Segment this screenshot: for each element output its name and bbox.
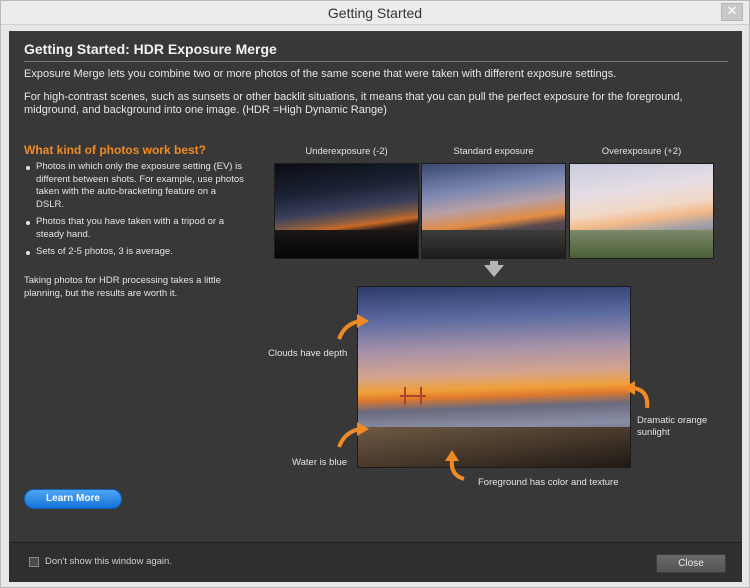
standard-exposure-caption: Standard exposure (453, 146, 534, 157)
learn-more-button[interactable]: Learn More (24, 489, 122, 509)
bridge-tower (420, 387, 422, 405)
list-item: Photos in which only the exposure settin… (24, 161, 244, 211)
overexposure-photo (569, 163, 714, 259)
photos-work-best-heading: What kind of photos work best? (24, 143, 206, 157)
sunlight-arrow-icon (623, 381, 650, 409)
intro-text: Exposure Merge lets you combine two or m… (24, 68, 617, 80)
footer-bar: Don't show this window again. Close (9, 542, 742, 582)
callout-clouds: Clouds have depth (268, 348, 348, 359)
foreground-arrow-icon (445, 450, 465, 481)
dont-show-checkbox[interactable] (29, 557, 39, 567)
bridge-tower (404, 387, 406, 405)
water-arrow-icon (337, 422, 369, 448)
title-bar: Getting Started ✕ (1, 1, 749, 25)
planning-tip: Taking photos for HDR processing takes a… (24, 275, 221, 299)
intro-detail-text: For high-contrast scenes, such as sunset… (24, 91, 683, 116)
page-title: Getting Started: HDR Exposure Merge (24, 41, 277, 57)
callout-sunlight: Dramatic orange sunlight (637, 415, 708, 438)
list-item: Sets of 2-5 photos, 3 is average. (24, 246, 244, 259)
foreground-hill (358, 427, 630, 467)
standard-exposure-photo (421, 163, 566, 259)
underexposure-caption: Underexposure (-2) (305, 146, 388, 157)
tips-list: Photos in which only the exposure settin… (24, 161, 244, 264)
hdr-result-photo (357, 286, 631, 468)
overexposure-caption: Overexposure (+2) (601, 146, 682, 157)
list-item: Photos that you have taken with a tripod… (24, 216, 244, 241)
getting-started-window: Getting Started ✕ Getting Started: HDR E… (0, 0, 750, 588)
callout-foreground: Foreground has color and texture (478, 477, 619, 488)
clouds-arrow-icon (337, 314, 369, 340)
underexposure-photo (274, 163, 419, 259)
merge-down-arrow-icon (484, 265, 504, 277)
close-button[interactable]: Close (656, 554, 726, 573)
title-divider (24, 61, 728, 62)
window-title: Getting Started (327, 5, 423, 21)
dont-show-label[interactable]: Don't show this window again. (45, 556, 172, 567)
callout-water: Water is blue (292, 457, 348, 468)
content-panel: Getting Started: HDR Exposure Merge Expo… (9, 31, 742, 542)
window-close-button[interactable]: ✕ (721, 3, 743, 21)
